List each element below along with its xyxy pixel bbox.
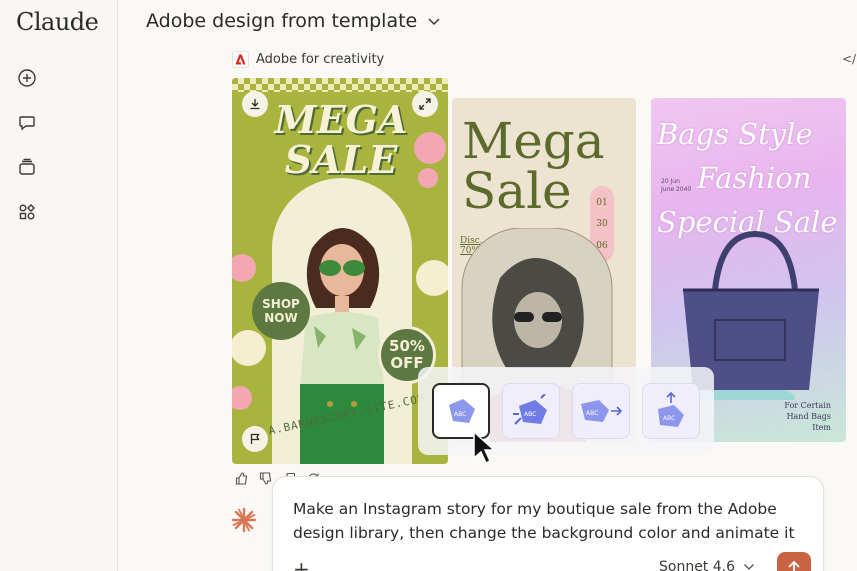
artifact-source-label: Adobe for creativity — [256, 52, 385, 67]
thumbs-down-icon[interactable] — [258, 471, 272, 485]
animation-picker: ABC ABC ABC ABC — [418, 367, 714, 455]
sidebar: Claude — [0, 0, 118, 571]
tag-fade-icon: ABC — [449, 399, 475, 423]
chevron-down-icon[interactable] — [427, 12, 441, 31]
app-logo[interactable]: Claude — [16, 8, 99, 36]
expand-icon[interactable] — [412, 91, 438, 117]
date-line-1: 20 Jun — [661, 178, 680, 185]
send-button[interactable] — [777, 552, 811, 571]
tag-rise-icon: ABC — [658, 391, 684, 427]
event-date: 20 Jun June 2040 — [661, 178, 691, 194]
tag-slide-icon: ABC — [581, 400, 623, 422]
animation-option-slide-right[interactable]: ABC — [572, 383, 630, 439]
thumbs-up-icon[interactable] — [234, 471, 248, 485]
stack-icon[interactable] — [16, 156, 38, 178]
svg-text:ABC: ABC — [663, 415, 675, 422]
date-line-2: June 2040 — [661, 186, 692, 193]
headline-line-1: Mega — [462, 112, 605, 170]
chevron-down-icon — [744, 564, 754, 570]
tag-burst-icon: ABC — [513, 394, 547, 425]
page-title: Adobe design from template — [146, 10, 418, 32]
flower-decoration-right — [414, 132, 448, 296]
checker-border — [232, 78, 448, 92]
adobe-logo-icon — [232, 51, 249, 68]
attach-plus-icon[interactable]: + — [293, 557, 310, 571]
story-template-mega-sale-green[interactable]: MEGA SALE SHOP NOW 50% OFF A.BARNESCOPY.SI… — [232, 78, 448, 464]
artifact-source: Adobe for creativity — [232, 51, 384, 68]
plus-circle-icon[interactable] — [16, 67, 38, 89]
mouse-cursor-icon — [473, 430, 496, 465]
animation-option-rise-up[interactable]: ABC — [642, 383, 700, 439]
svg-text:ABC: ABC — [454, 411, 466, 418]
terms-note: For Certain Hand Bags Item — [771, 400, 831, 433]
message-composer[interactable]: Make an Instagram story for my boutique … — [272, 476, 824, 571]
model-selector[interactable]: Sonnet 4.6 — [659, 559, 755, 571]
flag-icon[interactable] — [242, 426, 268, 452]
date-day: 01 — [596, 197, 608, 208]
conversation-title[interactable]: Adobe design from template — [146, 10, 441, 32]
note-line-2: Hand Bags Item — [786, 412, 831, 432]
shapes-icon[interactable] — [16, 201, 38, 223]
claude-spark-icon — [231, 507, 257, 533]
prompt-input[interactable]: Make an Instagram story for my boutique … — [293, 497, 813, 545]
download-icon[interactable] — [242, 91, 268, 117]
note-line-1: For Certain — [784, 401, 831, 410]
headline: Mega Sale — [462, 116, 605, 216]
model-name: Sonnet 4.6 — [659, 559, 736, 571]
code-icon[interactable]: </> — [842, 52, 857, 66]
headline-line-1: Bags Style — [657, 117, 813, 151]
svg-text:ABC: ABC — [524, 411, 536, 418]
svg-text:ABC: ABC — [586, 410, 598, 417]
flower-decoration — [232, 254, 266, 410]
headline-line-2: Sale — [462, 162, 572, 220]
arrow-up-icon — [788, 560, 800, 571]
chat-bubble-icon[interactable] — [16, 112, 38, 134]
animation-option-burst[interactable]: ABC — [502, 383, 560, 439]
